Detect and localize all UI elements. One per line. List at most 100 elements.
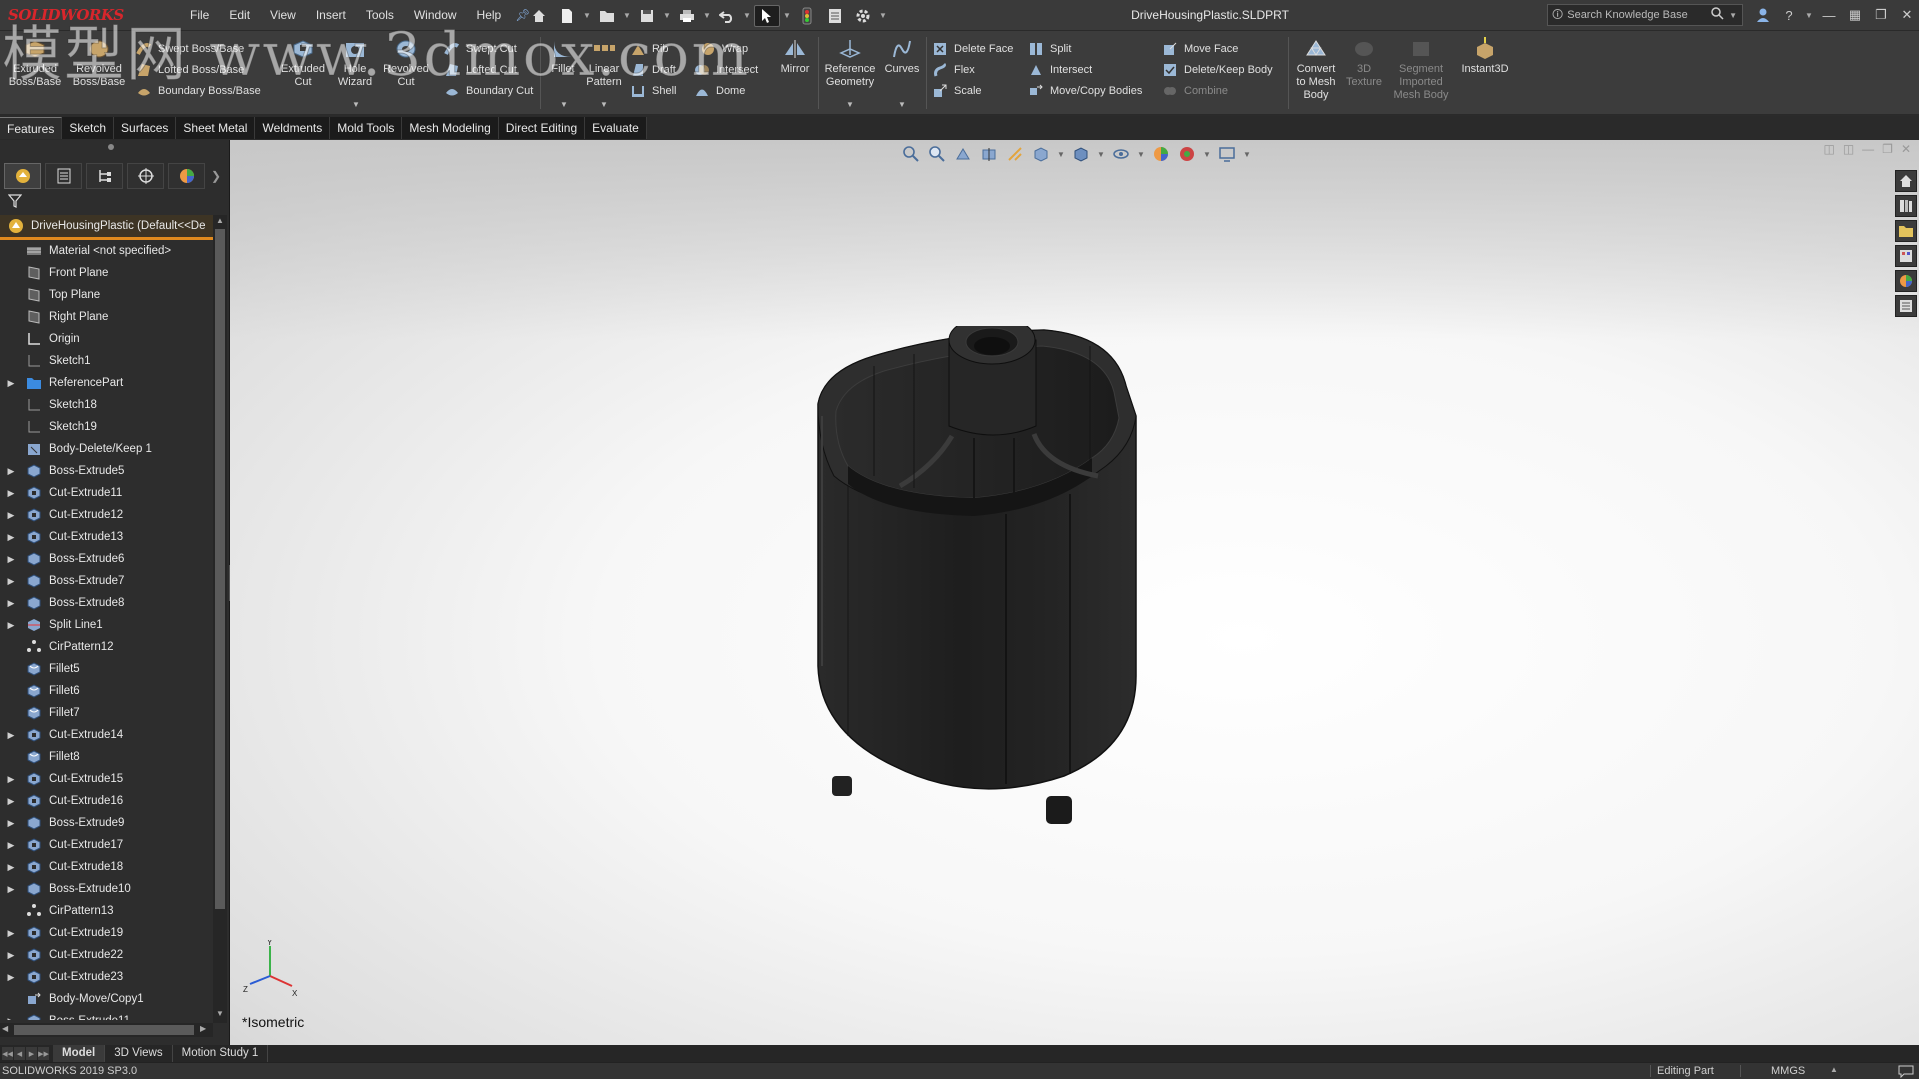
- expand-arrow-icon[interactable]: ▶: [6, 510, 16, 521]
- flex-button[interactable]: Flex: [932, 59, 975, 81]
- chevron-down-icon[interactable]: ▼: [1136, 150, 1146, 159]
- chevron-down-icon[interactable]: ▼: [1202, 150, 1212, 159]
- quick-tips-icon[interactable]: [1898, 1064, 1914, 1079]
- chevron-down-icon[interactable]: ▼: [1804, 11, 1814, 20]
- swept-cut-button[interactable]: Swept Cut: [444, 38, 517, 60]
- tab-model[interactable]: Model: [53, 1045, 106, 1062]
- close-icon[interactable]: ✕: [1896, 4, 1918, 26]
- tab-3d-views[interactable]: 3D Views: [105, 1045, 173, 1062]
- chevron-down-icon[interactable]: ▼: [662, 11, 672, 20]
- design-library-icon[interactable]: [1895, 195, 1917, 217]
- open-folder-icon[interactable]: [594, 5, 620, 27]
- delete-face-button[interactable]: Delete Face: [932, 38, 1013, 60]
- file-explorer-icon[interactable]: [1895, 220, 1917, 242]
- chevron-down-icon[interactable]: ▼: [742, 11, 752, 20]
- property-manager-tab[interactable]: [45, 163, 82, 189]
- search-icon[interactable]: [1711, 7, 1724, 23]
- revolved-cut-button[interactable]: Revolved Cut: [378, 37, 434, 89]
- search-input[interactable]: [1567, 9, 1708, 21]
- lofted-cut-button[interactable]: Lofted Cut: [444, 59, 517, 81]
- last-tab-icon[interactable]: ▶▶: [38, 1047, 49, 1060]
- expand-arrow-icon[interactable]: ▶: [6, 598, 16, 609]
- tab-mold-tools[interactable]: Mold Tools: [330, 117, 403, 139]
- feature-tree-item[interactable]: Body-Delete/Keep 1: [0, 438, 213, 460]
- shell-button[interactable]: Shell: [630, 80, 676, 102]
- scroll-down-icon[interactable]: ▼: [215, 1009, 225, 1021]
- expand-arrow-icon[interactable]: ▶: [6, 972, 16, 983]
- scroll-thumb[interactable]: [215, 229, 225, 909]
- feature-manager-tab[interactable]: [4, 163, 41, 189]
- user-account-icon[interactable]: [1752, 4, 1774, 26]
- split-button[interactable]: Split: [1028, 38, 1071, 60]
- expand-arrow-icon[interactable]: ▶: [6, 554, 16, 565]
- previous-view-icon[interactable]: [952, 143, 974, 165]
- expand-arrow-icon[interactable]: ▶: [6, 928, 16, 939]
- dimxpert-manager-tab[interactable]: [127, 163, 164, 189]
- new-document-icon[interactable]: [554, 5, 580, 27]
- custom-properties-icon[interactable]: [1895, 295, 1917, 317]
- expand-arrow-icon[interactable]: ▶: [6, 1016, 16, 1021]
- expand-arrow-icon[interactable]: ▶: [6, 884, 16, 895]
- restore-icon[interactable]: ❐: [1870, 4, 1892, 26]
- feature-tree-item[interactable]: ▶ Cut-Extrude23: [0, 966, 213, 988]
- chevron-down-icon[interactable]: ▼: [352, 100, 360, 109]
- feature-tree-item[interactable]: ▶ Cut-Extrude22: [0, 944, 213, 966]
- chevron-down-icon[interactable]: ▼: [582, 11, 592, 20]
- move-copy-bodies-button[interactable]: Move/Copy Bodies: [1028, 80, 1142, 102]
- expand-arrow-icon[interactable]: ▶: [6, 796, 16, 807]
- feature-tree-item[interactable]: Top Plane: [0, 284, 213, 306]
- expand-arrow-icon[interactable]: ▶: [6, 818, 16, 829]
- move-face-button[interactable]: Move Face: [1162, 38, 1238, 60]
- intersect-button[interactable]: Intersect: [694, 59, 758, 81]
- chevron-up-icon[interactable]: ▲: [1830, 1065, 1838, 1074]
- feature-tree-item[interactable]: ▶ Cut-Extrude12: [0, 504, 213, 526]
- feature-tree-item[interactable]: ▶ Cut-Extrude14: [0, 724, 213, 746]
- zoom-to-area-icon[interactable]: [926, 143, 948, 165]
- gear-icon[interactable]: [850, 5, 876, 27]
- expand-arrow-icon[interactable]: ▶: [6, 620, 16, 631]
- minimize-icon[interactable]: —: [1818, 4, 1840, 26]
- extruded-cut-button[interactable]: Extruded Cut: [274, 37, 332, 89]
- expand-arrow-icon[interactable]: ▶: [6, 466, 16, 477]
- chevron-down-icon[interactable]: ▼: [560, 100, 568, 109]
- view-palette-icon[interactable]: [1895, 245, 1917, 267]
- chevron-down-icon[interactable]: ▼: [702, 11, 712, 20]
- save-icon[interactable]: [634, 5, 660, 27]
- chevron-right-icon[interactable]: ❯: [209, 163, 223, 189]
- boundary-boss-button[interactable]: Boundary Boss/Base: [136, 80, 261, 102]
- feature-tree-item[interactable]: Front Plane: [0, 262, 213, 284]
- combine-button[interactable]: Combine: [1162, 80, 1228, 102]
- graphics-area[interactable]: ▼ ▼ ▼ ▼ ▼ ◫ ◫ — ❐ ✕ Y X Z *Isometric: [230, 140, 1919, 1045]
- apply-scene-icon[interactable]: [1176, 143, 1198, 165]
- view-settings-icon[interactable]: [1216, 143, 1238, 165]
- feature-tree-item[interactable]: Fillet8: [0, 746, 213, 768]
- expand-right-icon[interactable]: ◫: [1843, 142, 1854, 156]
- zoom-to-fit-icon[interactable]: [900, 143, 922, 165]
- expand-arrow-icon[interactable]: ▶: [6, 730, 16, 741]
- select-cursor-icon[interactable]: [754, 4, 780, 27]
- feature-tree-item[interactable]: ▶ Cut-Extrude16: [0, 790, 213, 812]
- convert-to-mesh-body-button[interactable]: Convert to Mesh Body: [1292, 37, 1340, 102]
- restore-icon[interactable]: ❐: [1882, 142, 1893, 156]
- display-style-icon[interactable]: [1070, 143, 1092, 165]
- panel-grip-icon[interactable]: [108, 144, 114, 150]
- chevron-down-icon[interactable]: ▼: [1242, 150, 1252, 159]
- feature-tree-item[interactable]: Fillet7: [0, 702, 213, 724]
- feature-tree-item[interactable]: Fillet5: [0, 658, 213, 680]
- expand-arrow-icon[interactable]: ▶: [6, 950, 16, 961]
- feature-tree-item[interactable]: CirPattern12: [0, 636, 213, 658]
- edit-appearance-icon[interactable]: [1150, 143, 1172, 165]
- 3d-texture-button[interactable]: 3D Texture: [1342, 37, 1386, 89]
- display-manager-tab[interactable]: [168, 163, 205, 189]
- chevron-down-icon[interactable]: ▼: [1096, 150, 1106, 159]
- traffic-light-icon[interactable]: [794, 5, 820, 27]
- chevron-down-icon[interactable]: ▼: [878, 11, 888, 20]
- tab-evaluate[interactable]: Evaluate: [585, 117, 647, 139]
- tab-direct-editing[interactable]: Direct Editing: [498, 117, 586, 139]
- print-icon[interactable]: [674, 5, 700, 27]
- chevron-down-icon[interactable]: ▼: [898, 100, 906, 109]
- configuration-manager-tab[interactable]: [86, 163, 123, 189]
- scale-button[interactable]: Scale: [932, 80, 982, 102]
- feature-tree-item[interactable]: ▶ Boss-Extrude10: [0, 878, 213, 900]
- close-icon[interactable]: ✕: [1901, 142, 1911, 156]
